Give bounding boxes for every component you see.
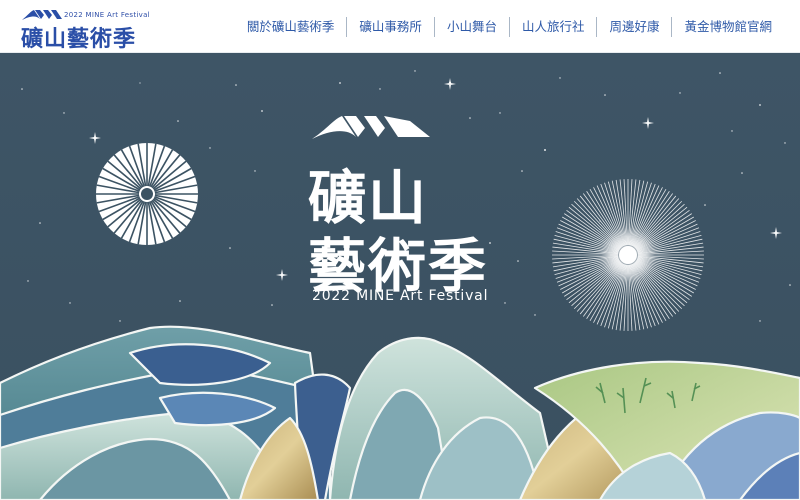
nav-item-stage[interactable]: 小山舞台: [433, 17, 509, 37]
logo-subtitle: 2022 MINE Art Festival: [64, 11, 150, 19]
nav-item-museum[interactable]: 黃金博物館官網: [671, 17, 784, 37]
hero-subtitle: 2022 MINE Art Festival: [312, 288, 489, 304]
nav-item-about[interactable]: 關於礦山藝術季: [235, 17, 347, 37]
site-header: 2022 MINE Art Festival 礦山藝術季 關於礦山藝術季 礦山事…: [0, 0, 800, 53]
left-sun: [96, 143, 198, 245]
nav-item-offers[interactable]: 周邊好康: [596, 17, 671, 37]
site-logo[interactable]: 2022 MINE Art Festival 礦山藝術季: [20, 8, 160, 52]
main-nav: 關於礦山藝術季 礦山事務所 小山舞台 山人旅行社 周邊好康 黃金博物館官網: [235, 17, 784, 37]
logo-title: 礦山藝術季: [21, 27, 137, 52]
nav-item-travel[interactable]: 山人旅行社: [508, 17, 597, 37]
mountain-mark-icon: [312, 116, 430, 139]
nav-item-office[interactable]: 礦山事務所: [346, 17, 434, 37]
hero-banner: 礦山 藝術季 2022 MINE Art Festival: [0, 53, 800, 500]
right-sun: [552, 179, 704, 331]
mountain-logo-icon: [22, 10, 62, 20]
festival-title-block: 礦山 藝術季 2022 MINE Art Festival: [300, 113, 510, 313]
